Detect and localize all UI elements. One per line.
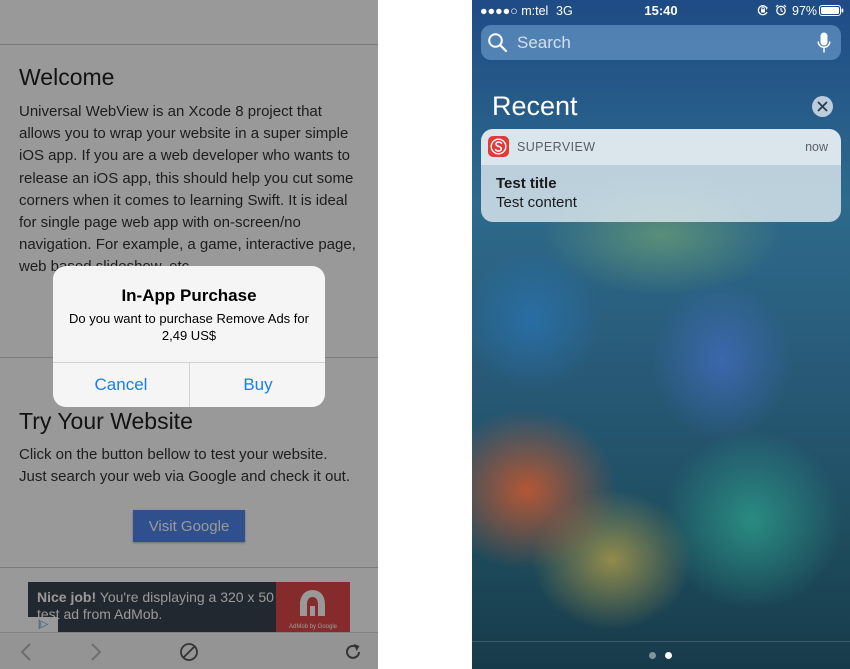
clear-notifications-button[interactable]	[812, 96, 833, 117]
recent-section-title: Recent	[492, 91, 578, 121]
superview-app-icon	[488, 136, 509, 157]
bottom-divider	[472, 641, 850, 642]
alert-title: In-App Purchase	[121, 286, 257, 305]
status-bar: ●●●●○ m:tel 3G 15:40 97%	[472, 0, 850, 22]
search-icon	[488, 33, 508, 53]
rotation-lock-icon	[757, 5, 768, 16]
search-input[interactable]: Search	[517, 25, 797, 60]
notification-title: Test title	[496, 175, 557, 192]
notification-body: Test content	[496, 194, 577, 211]
notification-app-name: SUPERVIEW	[517, 140, 596, 154]
in-app-purchase-alert: In-App Purchase Do you want to purchase …	[53, 266, 325, 407]
right-phone-screen: ●●●●○ m:tel 3G 15:40 97% Search Recent S…	[472, 0, 850, 669]
cancel-button[interactable]: Cancel	[53, 363, 189, 407]
microphone-icon[interactable]	[817, 32, 831, 54]
alert-message: Do you want to purchase Remove Ads for 2…	[69, 311, 309, 343]
left-phone-screen: Welcome Universal WebView is an Xcode 8 …	[0, 0, 378, 669]
notification-time: now	[805, 140, 828, 154]
alarm-icon	[775, 4, 787, 16]
notification-header: SUPERVIEW now	[481, 129, 841, 165]
battery-icon	[819, 5, 844, 16]
page-dot	[649, 652, 656, 659]
spotlight-search-bar[interactable]: Search	[481, 25, 841, 60]
buy-button[interactable]: Buy	[190, 363, 325, 407]
page-indicator[interactable]	[472, 652, 850, 662]
page-dot-active	[665, 652, 672, 659]
notification-card[interactable]: SUPERVIEW now Test title Test content	[481, 129, 841, 222]
superview-logo-icon	[490, 138, 507, 155]
battery-percentage: 97%	[792, 4, 818, 18]
close-icon	[817, 101, 828, 112]
